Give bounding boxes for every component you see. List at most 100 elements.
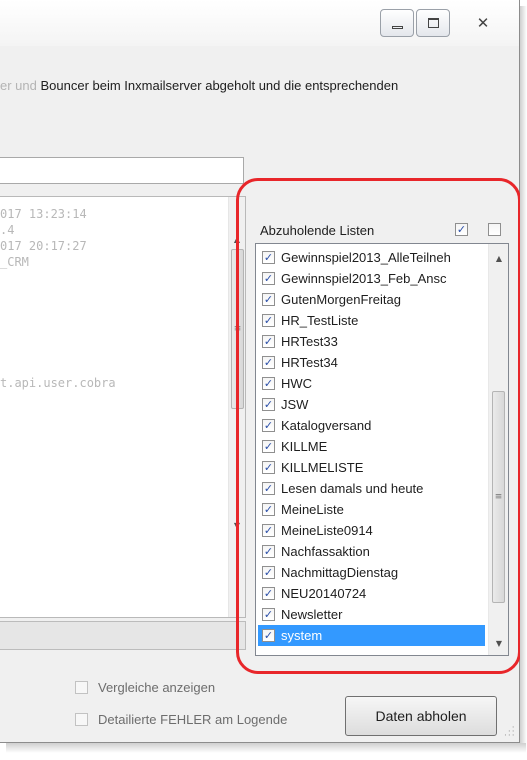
list-item[interactable]: ✓ HRTest33 bbox=[258, 331, 485, 352]
list-item-label: Gewinnspiel2013_Feb_Ansc bbox=[281, 271, 447, 286]
scroll-up-arrow-icon[interactable]: ▲ bbox=[229, 231, 245, 247]
maximize-icon bbox=[427, 18, 439, 28]
item-checkbox[interactable]: ✓ bbox=[262, 524, 275, 537]
list-item-label: Katalogversand bbox=[281, 418, 372, 433]
item-checkbox[interactable]: ✓ bbox=[262, 629, 275, 642]
list-item-selected[interactable]: ✓ system bbox=[258, 625, 485, 646]
list-item-label: Lesen damals und heute bbox=[281, 481, 424, 496]
scroll-up-arrow-icon[interactable]: ▲ bbox=[491, 250, 507, 266]
item-checkbox[interactable]: ✓ bbox=[262, 566, 275, 579]
list-item-label: Nachfassaktion bbox=[281, 544, 370, 559]
app-window: ✕ er und Bouncer beim Inxmailserver abge… bbox=[0, 0, 520, 743]
lists-scrollbar[interactable]: ▲ ≡ ▼ bbox=[488, 244, 508, 655]
checkmark-icon: ✓ bbox=[456, 223, 467, 236]
minimize-icon bbox=[391, 25, 403, 29]
fetch-data-button[interactable]: Daten abholen bbox=[345, 696, 497, 736]
item-checkbox[interactable]: ✓ bbox=[262, 419, 275, 432]
item-checkbox[interactable]: ✓ bbox=[262, 545, 275, 558]
item-checkbox[interactable]: ✓ bbox=[262, 251, 275, 264]
list-item[interactable]: ✓ MeineListe bbox=[258, 499, 485, 520]
compare-checkbox[interactable] bbox=[75, 681, 88, 694]
list-item[interactable]: ✓ HWC bbox=[258, 373, 485, 394]
list-item-label: system bbox=[281, 628, 323, 643]
list-item-label: KILLME bbox=[281, 439, 328, 454]
list-item-label: GutenMorgenFreitag bbox=[281, 292, 401, 307]
item-checkbox[interactable]: ✓ bbox=[262, 314, 275, 327]
lists-panel: Abzuholende Listen ✓ ✓ Gewinnspiel2013_Al… bbox=[248, 203, 515, 656]
scroll-down-arrow-icon[interactable]: ▼ bbox=[229, 517, 245, 533]
item-checkbox[interactable]: ✓ bbox=[262, 482, 275, 495]
list-item[interactable]: ✓ KILLMELISTE bbox=[258, 457, 485, 478]
list-item[interactable]: ✓ KILLME bbox=[258, 436, 485, 457]
list-item[interactable]: ✓ Nachfassaktion bbox=[258, 541, 485, 562]
lists-checklist[interactable]: ✓ Gewinnspiel2013_AlleTeilneh ✓ Gewinnspie… bbox=[255, 243, 509, 656]
compare-label: Vergleiche anzeigen bbox=[98, 680, 216, 695]
lists-scroll-thumb[interactable]: ≡ bbox=[492, 391, 505, 603]
list-item[interactable]: ✓ Gewinnspiel2013_AlleTeilneh bbox=[258, 247, 485, 268]
list-item-label: Gewinnspiel2013_AlleTeilneh bbox=[281, 250, 451, 265]
item-checkbox[interactable]: ✓ bbox=[262, 377, 275, 390]
item-checkbox[interactable]: ✓ bbox=[262, 608, 275, 621]
title-bar: ✕ bbox=[0, 0, 519, 46]
log-line: t.api.user.cobra bbox=[0, 376, 116, 390]
list-item-label: HR_TestListe bbox=[281, 313, 359, 328]
list-item-label: HRTest34 bbox=[281, 355, 338, 370]
item-checkbox[interactable]: ✓ bbox=[262, 461, 275, 474]
list-item[interactable]: ✓ Newsletter bbox=[258, 604, 485, 625]
item-checkbox[interactable]: ✓ bbox=[262, 356, 275, 369]
compare-option[interactable]: Vergleiche anzeigen bbox=[75, 680, 215, 695]
item-checkbox[interactable]: ✓ bbox=[262, 293, 275, 306]
log-scroll-thumb[interactable]: ≡ bbox=[231, 249, 244, 409]
item-checkbox[interactable]: ✓ bbox=[262, 398, 275, 411]
list-item-label: MeineListe bbox=[281, 502, 344, 517]
list-item[interactable]: ✓ JSW bbox=[258, 394, 485, 415]
list-item[interactable]: ✓ MeineListe0914 bbox=[258, 520, 485, 541]
log-line: 017 13:23:14 bbox=[0, 207, 87, 221]
resize-grip-icon[interactable]: · ·· ··· bbox=[504, 724, 518, 741]
description-main: Bouncer beim Inxmailserver abgeholt und … bbox=[36, 78, 399, 93]
list-item-label: JSW bbox=[281, 397, 309, 412]
select-all-checkbox[interactable]: ✓ bbox=[455, 223, 468, 236]
description-text: er und Bouncer beim Inxmailserver abgeho… bbox=[0, 78, 398, 93]
log-line: 017 20:17:27 bbox=[0, 239, 87, 253]
errors-checkbox[interactable] bbox=[75, 713, 88, 726]
description-faded-prefix: er und bbox=[0, 78, 37, 93]
item-checkbox[interactable]: ✓ bbox=[262, 587, 275, 600]
errors-option[interactable]: Detailierte FEHLER am Logende bbox=[75, 712, 287, 727]
progress-bar bbox=[0, 621, 246, 650]
list-item[interactable]: ✓ NEU20140724 bbox=[258, 583, 485, 604]
list-item[interactable]: ✓ NachmittagDienstag bbox=[258, 562, 485, 583]
lists-panel-title: Abzuholende Listen bbox=[260, 223, 375, 238]
item-checkbox[interactable]: ✓ bbox=[262, 272, 275, 285]
list-item[interactable]: ✓ GutenMorgenFreitag bbox=[258, 289, 485, 310]
list-item-label: Newsletter bbox=[281, 607, 343, 622]
close-icon: ✕ bbox=[476, 14, 490, 32]
list-item-label: NachmittagDienstag bbox=[281, 565, 399, 580]
path-input[interactable] bbox=[0, 157, 244, 184]
minimize-button[interactable] bbox=[380, 9, 414, 37]
list-item[interactable]: ✓ Lesen damals und heute bbox=[258, 478, 485, 499]
list-item-label: NEU20140724 bbox=[281, 586, 367, 601]
log-output[interactable]: 017 13:23:14 .4 017 20:17:27 _CRM t.api.… bbox=[0, 196, 246, 618]
list-item[interactable]: ✓ HRTest34 bbox=[258, 352, 485, 373]
list-item[interactable]: ✓ Katalogversand bbox=[258, 415, 485, 436]
log-scrollbar[interactable]: ▲ ≡ ▼ bbox=[228, 197, 245, 617]
window-shadow bbox=[6, 743, 526, 753]
log-line: .4 bbox=[0, 223, 15, 237]
list-item-label: KILLMELISTE bbox=[281, 460, 364, 475]
select-none-checkbox[interactable] bbox=[488, 223, 501, 236]
scroll-down-arrow-icon[interactable]: ▼ bbox=[491, 635, 507, 651]
list-item-label: HWC bbox=[281, 376, 313, 391]
item-checkbox[interactable]: ✓ bbox=[262, 440, 275, 453]
close-button[interactable]: ✕ bbox=[454, 9, 512, 37]
item-checkbox[interactable]: ✓ bbox=[262, 503, 275, 516]
list-item[interactable]: ✓ HR_TestListe bbox=[258, 310, 485, 331]
list-item[interactable]: ✓ Gewinnspiel2013_Feb_Ansc bbox=[258, 268, 485, 289]
log-line: _CRM bbox=[0, 255, 29, 269]
list-item-label: MeineListe0914 bbox=[281, 523, 373, 538]
window-shadow bbox=[520, 6, 527, 750]
list-item-label: HRTest33 bbox=[281, 334, 338, 349]
item-checkbox[interactable]: ✓ bbox=[262, 335, 275, 348]
errors-label: Detailierte FEHLER am Logende bbox=[98, 712, 288, 727]
maximize-button[interactable] bbox=[416, 9, 450, 37]
